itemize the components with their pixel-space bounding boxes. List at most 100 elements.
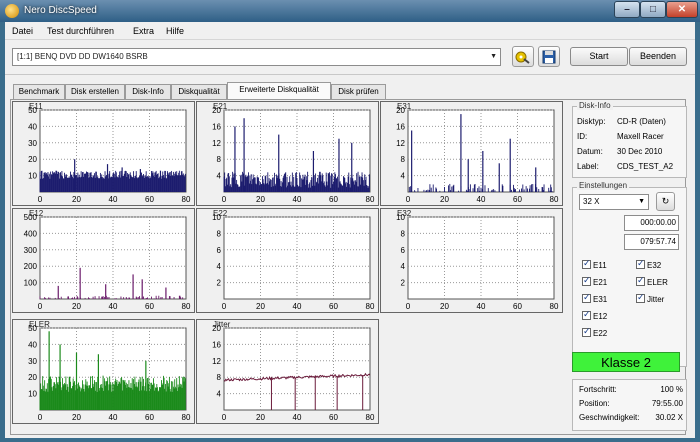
- tab-erweiterte-diskqualitaet[interactable]: Erweiterte Diskqualität: [227, 82, 331, 99]
- x-tick-label: 40: [293, 413, 302, 422]
- y-tick-label: 40: [28, 340, 37, 349]
- menu-datei[interactable]: Datei: [12, 26, 33, 36]
- checkbox-label: E11: [593, 261, 607, 270]
- drive-select[interactable]: [1:1] BENQ DVD DD DW1640 BSRB ▼: [12, 48, 501, 66]
- start-button[interactable]: Start: [570, 47, 628, 66]
- y-tick-label: 12: [396, 139, 405, 148]
- y-tick-label: 8: [217, 155, 222, 164]
- checkbox-e12[interactable]: E12: [582, 309, 608, 322]
- tab-disk-pruefen[interactable]: Disk prüfen: [331, 84, 386, 99]
- chart-e31: 4 8 12 16 20 0 20 40 60 80 E31: [380, 101, 563, 206]
- y-tick-label: 4: [401, 262, 406, 271]
- chart-svg: 10203040500 20 40 60 80: [28, 106, 191, 204]
- chart-e21: 4 8 12 16 20 0 20 40 60 80 E21: [196, 101, 379, 206]
- save-icon[interactable]: [538, 46, 560, 67]
- drive-properties-icon[interactable]: [512, 46, 534, 67]
- y-tick-label: 16: [212, 340, 221, 349]
- x-tick-label: 80: [366, 302, 375, 311]
- quality-class-badge: Klasse 2: [572, 352, 680, 372]
- tab-diskqualitaet[interactable]: Diskqualität: [171, 84, 227, 99]
- chart-svg: 481216200 20 40 60 80: [396, 106, 559, 204]
- x-tick-label: 40: [293, 302, 302, 311]
- y-tick-label: 16: [212, 122, 221, 131]
- x-tick-label: 40: [109, 195, 118, 204]
- checkbox-e11[interactable]: E11: [582, 258, 607, 271]
- date-value: 30 Dec 2010: [617, 147, 663, 156]
- x-tick-label: 60: [145, 413, 154, 422]
- x-tick-label: 20: [72, 195, 81, 204]
- maximize-button[interactable]: □: [640, 1, 666, 18]
- chart-series-label: ELER: [29, 320, 50, 329]
- tab-benchmark[interactable]: Benchmark: [13, 84, 65, 99]
- progress-value: 100 %: [660, 385, 683, 394]
- menu-extra[interactable]: Extra: [133, 26, 154, 36]
- disk-id-label: ID:: [577, 132, 588, 141]
- y-tick-label: 2: [401, 279, 406, 288]
- x-tick-label: 60: [145, 195, 154, 204]
- checkbox-check-icon: [582, 292, 591, 303]
- y-tick-label: 8: [217, 229, 222, 238]
- chevron-down-icon: ▼: [638, 198, 645, 205]
- chart-series-label: E22: [213, 209, 228, 218]
- stop-button[interactable]: Beenden: [629, 47, 687, 66]
- tab-disk-erstellen[interactable]: Disk erstellen: [65, 84, 125, 99]
- checkbox-e32[interactable]: E32: [636, 258, 662, 271]
- x-tick-label: 0: [222, 413, 227, 422]
- x-tick-label: 20: [440, 195, 449, 204]
- y-tick-label: 10: [28, 172, 37, 181]
- tab-strip: Benchmark Disk erstellen Disk-Info Diskq…: [5, 82, 695, 99]
- refresh-speed-icon[interactable]: ↻: [656, 192, 675, 211]
- y-tick-label: 40: [28, 122, 37, 131]
- speed-select[interactable]: 32 X ▼: [579, 194, 649, 210]
- y-tick-label: 100: [24, 279, 38, 288]
- x-tick-label: 60: [513, 195, 522, 204]
- y-tick-label: 400: [24, 229, 38, 238]
- x-tick-label: 0: [38, 413, 43, 422]
- checkbox-eler[interactable]: ELER: [636, 275, 668, 288]
- x-tick-label: 0: [222, 195, 227, 204]
- chart-svg: 481216200 20 40 60 80: [212, 106, 375, 204]
- menu-hilfe[interactable]: Hilfe: [166, 26, 184, 36]
- tab-disk-info[interactable]: Disk-Info: [125, 84, 171, 99]
- x-tick-label: 40: [109, 302, 118, 311]
- menu-test-durchfuehren[interactable]: Test durchführen: [47, 26, 114, 36]
- x-tick-label: 40: [477, 302, 486, 311]
- position-value: 79:55.00: [651, 399, 683, 408]
- checkbox-check-icon: [636, 292, 645, 303]
- y-tick-label: 4: [401, 172, 406, 181]
- x-tick-label: 80: [550, 302, 559, 311]
- x-tick-label: 20: [440, 302, 449, 311]
- date-label: Datum:: [577, 147, 603, 156]
- close-button[interactable]: ✕: [666, 1, 698, 18]
- y-tick-label: 8: [217, 373, 222, 382]
- checkbox-label: E32: [647, 261, 662, 270]
- checkbox-e21[interactable]: E21: [582, 275, 607, 288]
- chart-svg: 1002003004005000 20 40 60 80: [24, 213, 191, 311]
- checkbox-label: ELER: [647, 278, 668, 287]
- y-tick-label: 6: [217, 246, 222, 255]
- progress-label: Fortschritt:: [579, 385, 617, 394]
- end-time-field[interactable]: 079:57.74: [624, 234, 679, 250]
- checkbox-jitter[interactable]: Jitter: [636, 292, 665, 305]
- checkbox-e31[interactable]: E31: [582, 292, 607, 305]
- y-tick-label: 30: [28, 139, 37, 148]
- x-tick-label: 60: [329, 195, 338, 204]
- x-tick-label: 40: [293, 195, 302, 204]
- x-tick-label: 20: [256, 195, 265, 204]
- settings-title: Einstellungen: [577, 181, 630, 190]
- minimize-button[interactable]: –: [614, 1, 640, 18]
- y-tick-label: 20: [28, 155, 37, 164]
- checkbox-e22[interactable]: E22: [582, 326, 607, 339]
- checkbox-label: E12: [593, 312, 608, 321]
- position-label: Position:: [579, 399, 610, 408]
- speed-readout-value: 30.02 X: [655, 413, 683, 422]
- window-client: Datei Test durchführen Extra Hilfe [1:1]…: [5, 22, 695, 438]
- chart-e11: 10 20 30 40 50 0 20 40 60 80 E11: [12, 101, 195, 206]
- checkbox-check-icon: [636, 258, 645, 269]
- checkbox-label: Jitter: [647, 295, 665, 304]
- checkbox-check-icon: [582, 309, 591, 320]
- start-time-field[interactable]: 000:00.00: [624, 215, 679, 231]
- chevron-down-icon: ▼: [490, 53, 497, 60]
- chart-series-label: E11: [29, 102, 43, 111]
- x-tick-label: 20: [256, 413, 265, 422]
